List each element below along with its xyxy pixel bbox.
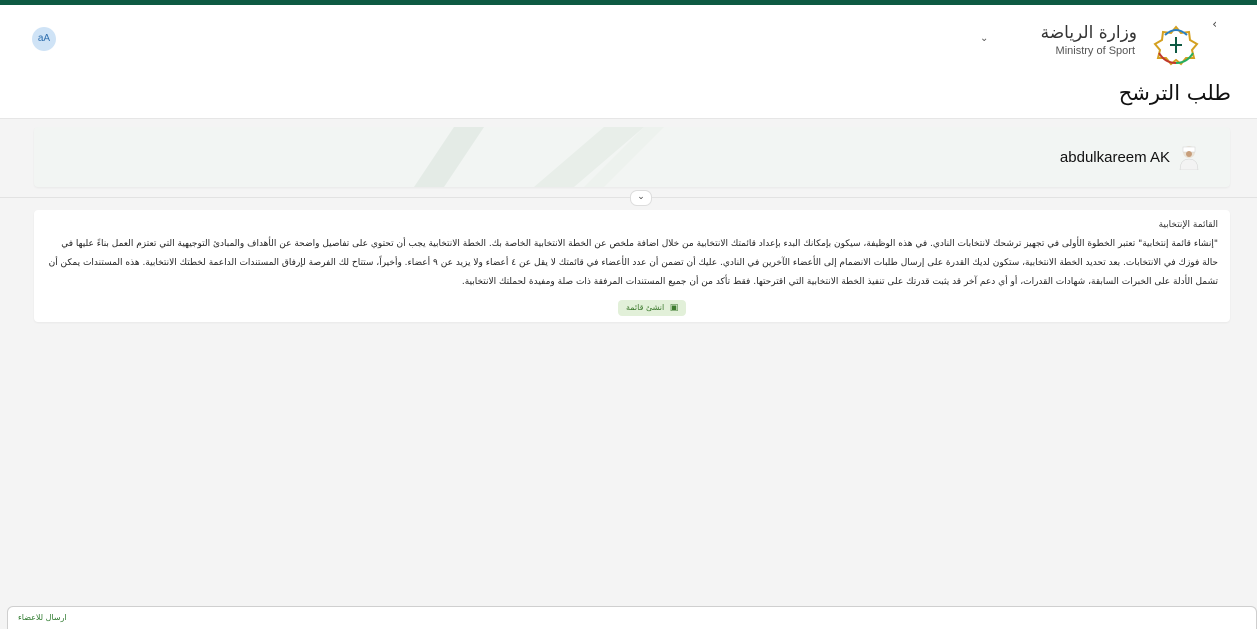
user-card: abdulkareem AK	[34, 127, 1230, 187]
account-avatar[interactable]: aA	[32, 27, 56, 51]
list-description: "إنشاء قائمة إنتخابية" تعتبر الخطوة الأو…	[48, 239, 1219, 287]
list-heading: القائمة الإنتخابية	[1158, 220, 1218, 230]
expand-toggle-button[interactable]: ⌄	[630, 190, 652, 206]
logo-english-text: Ministry of Sport	[1055, 45, 1135, 57]
footer-bar: ارسال للاعضاء	[7, 606, 1257, 629]
create-list-icon: ▣	[669, 303, 679, 313]
ministry-logo-mark-icon	[1153, 25, 1199, 66]
app-header: ‹ وزارة الرياضة Ministry of Sport ⌄ aA ط…	[0, 5, 1257, 119]
user-avatar-icon	[1179, 146, 1199, 170]
section-divider	[0, 197, 1257, 198]
create-list-button[interactable]: ▣ انشئ قائمة	[618, 300, 687, 316]
create-list-label: انشئ قائمة	[626, 303, 665, 312]
decorative-stripes	[414, 127, 664, 187]
user-name: abdulkareem AK	[1059, 149, 1170, 166]
ministry-logo[interactable]: وزارة الرياضة Ministry of Sport	[1027, 23, 1207, 67]
chevron-down-icon[interactable]: ⌄	[980, 33, 988, 44]
chevron-left-icon[interactable]: ‹	[1212, 17, 1217, 31]
logo-arabic-text: وزارة الرياضة	[1040, 23, 1137, 43]
send-to-members-link[interactable]: ارسال للاعضاء	[18, 613, 67, 622]
electoral-list-card: القائمة الإنتخابية "إنشاء قائمة إنتخابية…	[34, 210, 1230, 322]
page-title: طلب الترشح	[1118, 81, 1231, 105]
